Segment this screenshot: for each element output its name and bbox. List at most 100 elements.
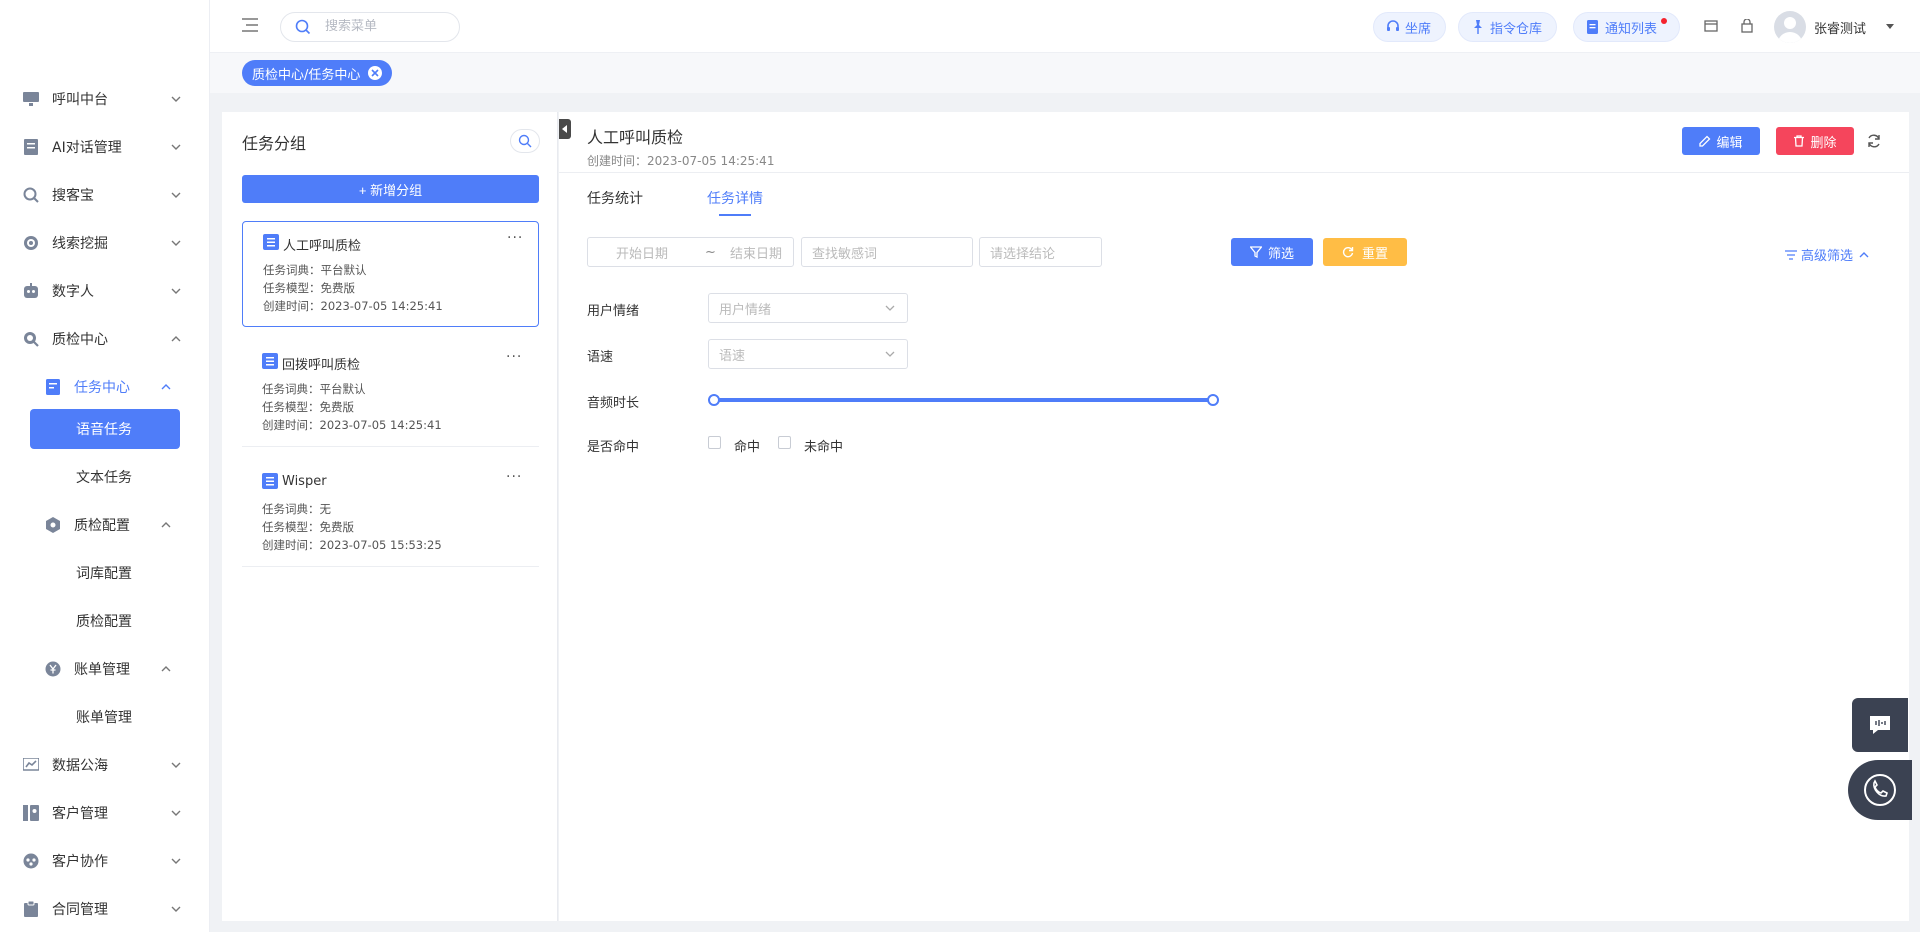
sidebar-item-label: 任务中心: [74, 380, 130, 396]
filter-button[interactable]: 筛选: [1231, 238, 1313, 266]
sidebar-item-label: 数字人: [52, 284, 94, 300]
sidebar-item-label: 搜客宝: [52, 188, 94, 204]
task-card[interactable]: Wisper ··· 任务词典：无 任务模型：免费版 创建时间：2023-07-…: [242, 461, 539, 567]
task-title: 人工呼叫质检: [587, 128, 684, 147]
sidebar-item-billing[interactable]: 账单管理: [0, 645, 210, 693]
customer-icon: [22, 804, 40, 822]
chevron-up-icon: [161, 384, 171, 390]
miss-checkbox[interactable]: [778, 436, 791, 449]
command-store-button[interactable]: 指令仓库: [1458, 12, 1558, 42]
user-name[interactable]: 张睿测试: [1814, 18, 1866, 37]
end-date-placeholder[interactable]: 结束日期: [730, 243, 782, 262]
chevron-down-icon: [885, 351, 895, 357]
funnel-icon: [1249, 246, 1262, 258]
collab-icon: [22, 852, 40, 870]
close-icon[interactable]: [368, 66, 383, 80]
date-range-picker[interactable]: 开始日期 ~ 结束日期: [587, 237, 794, 267]
hit-option-label[interactable]: 命中: [734, 436, 760, 455]
sidebar-item-qc-center[interactable]: 质检中心: [0, 315, 210, 363]
group-search-button[interactable]: [510, 129, 540, 153]
search-icon: [22, 186, 40, 204]
lock-screen-icon[interactable]: [1740, 19, 1754, 33]
sidebar-item-customer[interactable]: 客户管理: [0, 789, 210, 837]
reset-icon: [1342, 247, 1354, 258]
tab-bar: 质检中心/任务中心: [210, 53, 1920, 93]
task-file-icon: [262, 473, 278, 489]
monitor-icon: [22, 90, 40, 108]
sidebar-item-contract[interactable]: 合同管理: [0, 885, 210, 932]
reset-label: 重置: [1361, 245, 1388, 261]
menu-toggle-icon[interactable]: [242, 18, 258, 32]
sidebar-item-qc-config-leaf[interactable]: 质检配置: [30, 601, 180, 641]
task-name: Wisper: [282, 474, 327, 489]
task-card[interactable]: 人工呼叫质检 ··· 任务词典：平台默认 任务模型：免费版 创建时间：2023-…: [242, 221, 539, 327]
sidebar-item-label: 账单管理: [74, 662, 130, 678]
speed-label: 语速: [587, 350, 614, 365]
sidebar-item-label: 合同管理: [52, 902, 108, 918]
edit-button[interactable]: 编辑: [1682, 127, 1760, 155]
sidebar-item-digital-human[interactable]: 数字人: [0, 267, 210, 315]
more-icon[interactable]: ···: [506, 349, 522, 365]
tab-task-stats[interactable]: 任务统计: [587, 188, 643, 208]
filter-label: 筛选: [1267, 245, 1294, 261]
menu-search[interactable]: [280, 12, 460, 42]
keyword-input[interactable]: 查找敏感词: [801, 237, 973, 267]
conclusion-select[interactable]: 请选择结论: [979, 237, 1102, 267]
sidebar-item-qc-config[interactable]: 质检配置: [0, 501, 210, 549]
edit-label: 编辑: [1716, 134, 1743, 150]
notice-list-button[interactable]: 通知列表: [1573, 12, 1681, 42]
sidebar-item-dict-config[interactable]: 词库配置: [30, 553, 180, 593]
sidebar-item-ai-dialog[interactable]: AI对话管理: [0, 123, 210, 171]
sidebar-item-collab[interactable]: 客户协作: [0, 837, 210, 885]
more-icon[interactable]: ···: [507, 230, 523, 246]
hit-checkbox[interactable]: [708, 436, 721, 449]
speed-placeholder: 语速: [719, 348, 746, 364]
search-icon: [518, 134, 532, 148]
advanced-filter-toggle[interactable]: 高级筛选: [1785, 245, 1869, 264]
speed-select[interactable]: 语速: [708, 339, 908, 369]
sidebar-item-label: 线索挖掘: [52, 236, 108, 252]
yen-icon: [44, 660, 62, 678]
emotion-select[interactable]: 用户情绪: [708, 293, 908, 323]
sidebar-item-leads[interactable]: 线索挖掘: [0, 219, 210, 267]
sidebar-item-call-center[interactable]: 呼叫中台: [0, 75, 210, 123]
clipboard-icon: [22, 900, 40, 918]
avatar[interactable]: [1774, 11, 1806, 43]
caret-down-icon[interactable]: [1886, 22, 1894, 30]
miss-option-label[interactable]: 未命中: [804, 436, 843, 455]
sidebar-item-label: AI对话管理: [52, 140, 122, 156]
sidebar-item-task-center[interactable]: 任务中心: [0, 363, 210, 411]
more-icon[interactable]: ···: [506, 469, 522, 485]
delete-label: 删除: [1810, 134, 1837, 150]
tab-qc-task-center[interactable]: 质检中心/任务中心: [242, 60, 393, 86]
sidebar-item-text-task[interactable]: 文本任务: [30, 457, 180, 497]
task-card[interactable]: 回拨呼叫质检 ··· 任务词典：平台默认 任务模型：免费版 创建时间：2023-…: [242, 341, 539, 447]
collapse-panel-toggle[interactable]: [559, 119, 571, 139]
task-model: 任务模型：免费版: [263, 281, 355, 295]
fullscreen-icon[interactable]: [1704, 19, 1718, 33]
refresh-icon[interactable]: [1866, 133, 1882, 149]
floating-call-button[interactable]: [1848, 760, 1912, 820]
delete-button[interactable]: 删除: [1776, 127, 1854, 155]
seat-button[interactable]: 坐席: [1373, 12, 1447, 42]
task-dict: 任务词典：无: [262, 502, 331, 516]
caret-left-icon: [562, 125, 567, 133]
reset-button[interactable]: 重置: [1323, 238, 1407, 266]
duration-slider-track[interactable]: [713, 398, 1213, 402]
chevron-down-icon: [171, 192, 181, 198]
sidebar-item-sokebao[interactable]: 搜客宝: [0, 171, 210, 219]
add-group-button[interactable]: + 新增分组: [242, 175, 539, 203]
start-date-placeholder[interactable]: 开始日期: [616, 243, 668, 262]
duration-slider-min-handle[interactable]: [708, 394, 720, 406]
seat-label: 坐席: [1405, 21, 1432, 37]
sidebar-item-data-pool[interactable]: 数据公海: [0, 741, 210, 789]
search-input[interactable]: [325, 19, 445, 34]
duration-slider-max-handle[interactable]: [1207, 394, 1219, 406]
sidebar-item-label: 数据公海: [52, 758, 108, 774]
tab-task-details[interactable]: 任务详情: [707, 188, 763, 208]
floating-chat-button[interactable]: [1852, 698, 1908, 752]
sidebar-item-billing-leaf[interactable]: 账单管理: [30, 697, 180, 737]
task-name: 人工呼叫质检: [283, 239, 362, 254]
chevron-down-icon: [171, 762, 181, 768]
sidebar-item-voice-task[interactable]: 语音任务: [30, 409, 180, 449]
